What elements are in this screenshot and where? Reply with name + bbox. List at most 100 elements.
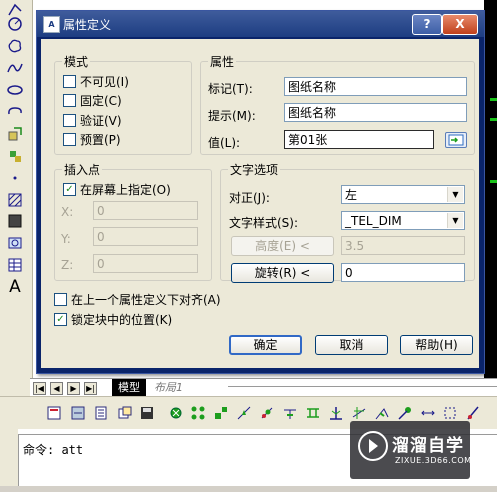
gradient-icon[interactable] [5, 211, 25, 231]
preset-checkbox[interactable]: 预置(P) [63, 131, 121, 148]
properties-icon[interactable] [45, 404, 62, 421]
snap-tangent-icon[interactable] [350, 404, 367, 421]
command-window-frame [0, 428, 18, 492]
hatch-icon[interactable] [5, 190, 25, 210]
tab-layout1[interactable]: 布局1 [148, 379, 189, 396]
draw-toolbar: A [0, 0, 33, 400]
align-below-checkbox-box[interactable] [54, 293, 67, 306]
rotation-input[interactable]: 0 [341, 263, 465, 282]
lock-position-label: 锁定块中的位置(K) [71, 313, 173, 327]
text-style-select[interactable]: _TEL_DIM ▼ [341, 211, 465, 230]
mode-legend: 模式 [62, 53, 91, 70]
invisible-label: 不可见(I) [80, 75, 129, 89]
default-value-input[interactable]: 第01张 [284, 130, 434, 149]
save-icon[interactable] [138, 404, 155, 421]
design-center-icon[interactable] [69, 404, 86, 421]
snap-from-icon[interactable] [189, 404, 206, 421]
dialog-body: 模式 不可见(I) 固定(C) 验证(V) 预置(P) 属性 标记(T): 图纸… [41, 39, 479, 368]
y-input[interactable]: 0 [93, 227, 198, 246]
snap-insert-icon[interactable] [304, 404, 321, 421]
height-input[interactable]: 3.5 [341, 236, 465, 255]
prompt-input[interactable]: 图纸名称 [284, 103, 467, 122]
insertion-point-legend: 插入点 [62, 161, 103, 178]
insert-field-button[interactable] [445, 132, 467, 148]
height-pick-button[interactable]: 高度(E) < [231, 236, 334, 256]
chevron-down-icon[interactable]: ▼ [447, 187, 463, 202]
watermark-subtitle: ZIXUE.3D66.COM [395, 456, 472, 465]
attribute-legend: 属性 [208, 53, 237, 70]
align-below-label: 在上一个属性定义下对齐(A) [71, 293, 221, 307]
insert-field-icon [448, 134, 464, 146]
snap-none-icon[interactable] [464, 404, 481, 421]
circle-icon[interactable] [5, 14, 25, 34]
insert-block-icon[interactable] [5, 124, 25, 144]
titlebar-help-button[interactable]: ? [412, 14, 442, 35]
make-block-icon[interactable] [5, 146, 25, 166]
status-bar [0, 486, 497, 492]
snap-intersection-icon[interactable] [258, 404, 275, 421]
align-below-checkbox[interactable]: 在上一个属性定义下对齐(A) [54, 291, 221, 308]
z-label: Z: [61, 258, 74, 272]
watermark-title: 溜溜自学 [392, 436, 464, 456]
invisible-checkbox-box[interactable] [63, 75, 76, 88]
watermark-logo: 溜溜自学 ZIXUE.3D66.COM [350, 421, 472, 479]
region-icon[interactable] [5, 233, 25, 253]
specify-onscreen-checkbox[interactable]: 在屏幕上指定(O) [63, 181, 171, 198]
spline-icon[interactable] [5, 58, 25, 78]
dialog-titlebar[interactable]: A 属性定义 ? X [37, 11, 484, 37]
cancel-button[interactable]: 取消 [315, 335, 388, 355]
attribute-definition-dialog: A 属性定义 ? X 模式 不可见(I) 固定(C) 验证(V) 预置(P) 属… [36, 10, 485, 374]
snap-parallel-icon[interactable] [419, 404, 436, 421]
sheet-set-icon[interactable] [116, 404, 133, 421]
first-tab-icon[interactable]: |◀ [33, 382, 46, 395]
next-tab-icon[interactable]: ▶ [67, 382, 80, 395]
rotation-pick-button[interactable]: 旋转(R) < [231, 263, 334, 283]
horizontal-scrollbar[interactable] [228, 386, 497, 387]
snap-nearest-icon[interactable] [373, 404, 390, 421]
x-label: X: [61, 205, 74, 219]
ellipse-icon[interactable] [5, 80, 25, 100]
text-style-label: 文字样式(S): [229, 216, 299, 230]
lock-position-checkbox-box[interactable] [54, 313, 67, 326]
chevron-down-icon[interactable]: ▼ [447, 213, 463, 228]
preset-label: 预置(P) [80, 133, 121, 147]
snap-extension-icon[interactable] [281, 404, 298, 421]
default-value-label: 值(L): [208, 136, 241, 150]
revcloud-icon[interactable] [5, 36, 25, 56]
justify-label: 对正(J): [229, 191, 270, 205]
text-options-legend: 文字选项 [228, 161, 281, 178]
ok-button[interactable]: 确定 [229, 335, 302, 355]
mode-group: 模式 不可见(I) 固定(C) 验证(V) 预置(P) [54, 53, 192, 155]
table-icon[interactable] [5, 255, 25, 275]
tab-model[interactable]: 模型 [112, 379, 146, 396]
temporary-track-icon[interactable] [167, 404, 184, 421]
lock-position-checkbox[interactable]: 锁定块中的位置(K) [54, 311, 172, 328]
close-button[interactable]: X [442, 14, 478, 35]
constant-checkbox[interactable]: 固定(C) [63, 92, 122, 109]
specify-onscreen-label: 在屏幕上指定(O) [80, 183, 171, 197]
preset-checkbox-box[interactable] [63, 133, 76, 146]
prev-tab-icon[interactable]: ◀ [50, 382, 63, 395]
tag-input[interactable]: 图纸名称 [284, 77, 467, 96]
verify-checkbox-box[interactable] [63, 114, 76, 127]
specify-onscreen-checkbox-box[interactable] [63, 183, 76, 196]
z-input[interactable]: 0 [93, 254, 198, 273]
snap-perpendicular-icon[interactable] [327, 404, 344, 421]
justify-select[interactable]: 左 ▼ [341, 185, 465, 204]
multiline-text-icon[interactable]: A [5, 277, 25, 297]
snap-endpoint-icon[interactable] [212, 404, 229, 421]
ellipse-arc-icon[interactable] [5, 102, 25, 122]
y-label: Y: [61, 232, 71, 246]
help-button[interactable]: 帮助(H) [400, 335, 473, 355]
verify-checkbox[interactable]: 验证(V) [63, 112, 122, 129]
constant-checkbox-box[interactable] [63, 94, 76, 107]
point-icon[interactable] [5, 168, 25, 188]
snap-apparent-intersection-icon[interactable] [396, 404, 413, 421]
snap-midpoint-icon[interactable] [235, 404, 252, 421]
x-input[interactable]: 0 [93, 201, 198, 220]
drawing-area-edge [484, 0, 497, 378]
tool-palettes-icon[interactable] [92, 404, 109, 421]
snap-node-icon[interactable] [441, 404, 458, 421]
last-tab-icon[interactable]: ▶| [84, 382, 97, 395]
invisible-checkbox[interactable]: 不可见(I) [63, 73, 129, 90]
